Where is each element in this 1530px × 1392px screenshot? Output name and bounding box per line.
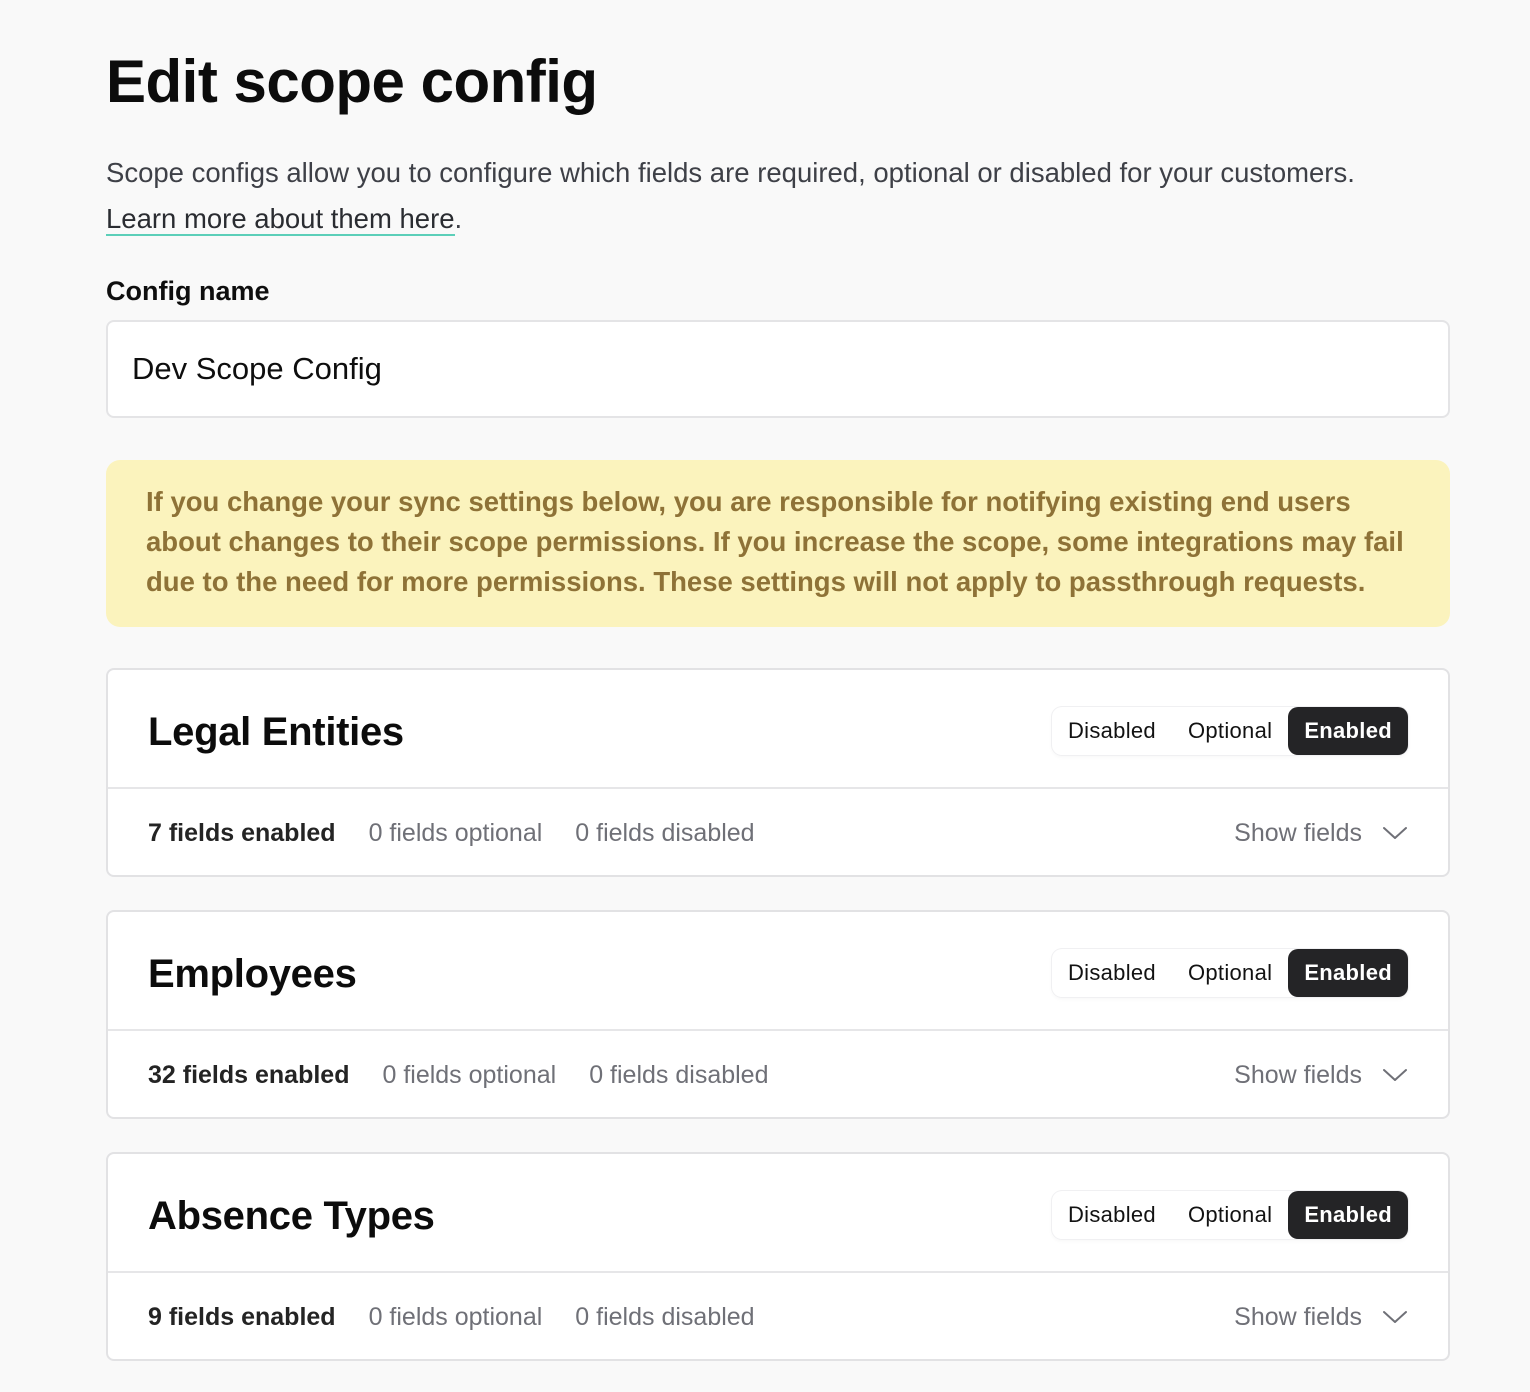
toggle-enabled-button[interactable]: Enabled [1288,1191,1408,1239]
fields-disabled-count: 0 fields disabled [575,818,755,847]
field-stats: 32 fields enabled 0 fields optional 0 fi… [148,1031,769,1119]
model-card-header: Legal Entities Disabled Optional Enabled [108,670,1448,789]
model-card-header: Absence Types Disabled Optional Enabled [108,1154,1448,1273]
show-fields-button[interactable]: Show fields [1234,1273,1408,1361]
toggle-disabled-button[interactable]: Disabled [1052,1191,1172,1239]
learn-more-link[interactable]: Learn more about them here [106,203,455,236]
model-card-body: 7 fields enabled 0 fields optional 0 fie… [108,789,1448,875]
learn-more-suffix: . [454,203,463,234]
scope-toggle: Disabled Optional Enabled [1051,949,1408,997]
toggle-disabled-button[interactable]: Disabled [1052,949,1172,997]
chevron-down-icon [1383,1069,1407,1081]
fields-disabled-count: 0 fields disabled [589,1060,769,1089]
show-fields-label: Show fields [1234,1302,1362,1331]
model-title: Legal Entities [148,710,404,754]
model-title: Employees [148,952,357,996]
description-text: Scope configs allow you to configure whi… [106,157,1355,188]
warning-banner: If you change your sync settings below, … [106,460,1450,627]
fields-optional-count: 0 fields optional [368,1302,543,1331]
fields-disabled-count: 0 fields disabled [575,1302,755,1331]
toggle-optional-button[interactable]: Optional [1172,949,1288,997]
field-stats: 7 fields enabled 0 fields optional 0 fie… [148,789,755,877]
page-description: Scope configs allow you to configure whi… [106,150,1450,242]
toggle-optional-button[interactable]: Optional [1172,707,1288,755]
scope-toggle: Disabled Optional Enabled [1051,707,1408,755]
model-card-absence-types: Absence Types Disabled Optional Enabled … [106,1152,1450,1361]
chevron-down-icon [1383,827,1407,839]
model-card-body: 9 fields enabled 0 fields optional 0 fie… [108,1273,1448,1359]
model-card-employees: Employees Disabled Optional Enabled 32 f… [106,910,1450,1119]
toggle-disabled-button[interactable]: Disabled [1052,707,1172,755]
chevron-down-icon [1383,1311,1407,1323]
toggle-enabled-button[interactable]: Enabled [1288,707,1408,755]
config-name-input[interactable] [106,320,1450,418]
fields-enabled-count: 7 fields enabled [148,818,336,847]
model-card-header: Employees Disabled Optional Enabled [108,912,1448,1031]
show-fields-label: Show fields [1234,1060,1362,1089]
show-fields-button[interactable]: Show fields [1234,1031,1408,1119]
toggle-optional-button[interactable]: Optional [1172,1191,1288,1239]
fields-optional-count: 0 fields optional [368,818,543,847]
scope-toggle: Disabled Optional Enabled [1051,1191,1408,1239]
fields-enabled-count: 32 fields enabled [148,1060,350,1089]
model-title: Absence Types [148,1194,435,1238]
field-stats: 9 fields enabled 0 fields optional 0 fie… [148,1273,755,1361]
fields-optional-count: 0 fields optional [382,1060,557,1089]
show-fields-label: Show fields [1234,818,1362,847]
toggle-enabled-button[interactable]: Enabled [1288,949,1408,997]
show-fields-button[interactable]: Show fields [1234,789,1408,877]
config-name-label: Config name [106,276,270,306]
model-card-legal-entities: Legal Entities Disabled Optional Enabled… [106,668,1450,877]
fields-enabled-count: 9 fields enabled [148,1302,336,1331]
model-card-body: 32 fields enabled 0 fields optional 0 fi… [108,1031,1448,1117]
page-title: Edit scope config [106,48,598,115]
